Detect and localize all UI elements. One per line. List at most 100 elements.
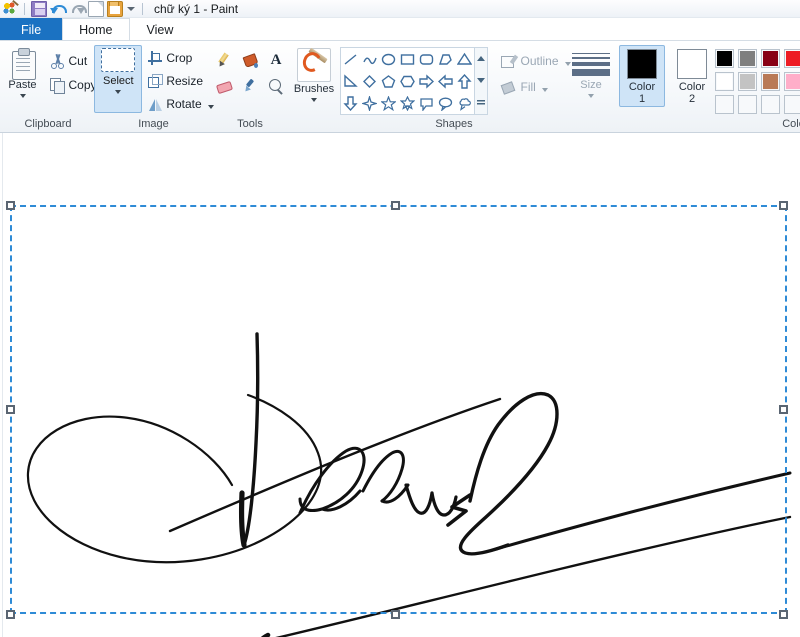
size-button[interactable]: Size xyxy=(569,45,613,98)
brush-icon xyxy=(297,48,331,82)
shape-curve[interactable] xyxy=(360,48,379,70)
ribbon-group-colors: Color 1 Color 2 Col xyxy=(613,41,800,134)
shape-four-point-star[interactable] xyxy=(360,92,379,114)
outline-button[interactable]: Outline xyxy=(498,51,573,71)
shapes-scroll-down-icon[interactable] xyxy=(477,77,486,83)
shape-pentagon[interactable] xyxy=(379,70,398,92)
shape-right-arrow[interactable] xyxy=(417,70,436,92)
shape-left-arrow[interactable] xyxy=(436,70,455,92)
brushes-button[interactable]: Brushes xyxy=(289,45,339,102)
selection-handle-bottom-left[interactable] xyxy=(6,610,15,619)
palette-swatch[interactable] xyxy=(761,49,780,68)
rotate-button[interactable]: Rotate xyxy=(145,94,216,114)
ribbon-group-shapes: Outline Fill Shapes xyxy=(339,41,571,134)
ribbon-group-brushes: Brushes xyxy=(289,41,339,134)
shape-oval-callout[interactable] xyxy=(436,92,455,114)
resize-icon xyxy=(148,74,164,88)
shape-rounded-rectangle[interactable] xyxy=(417,48,436,70)
tab-home[interactable]: Home xyxy=(62,18,130,40)
paste-button[interactable]: Paste xyxy=(1,45,45,98)
undo-icon[interactable] xyxy=(50,1,67,17)
palette-swatch[interactable] xyxy=(738,72,757,91)
open-folder-icon[interactable] xyxy=(107,0,123,17)
fill-with-color-icon[interactable] xyxy=(242,52,258,68)
shape-down-arrow[interactable] xyxy=(341,92,360,114)
shapes-scroll-up-icon[interactable] xyxy=(477,56,486,62)
cut-label: Cut xyxy=(68,54,88,68)
shape-five-point-star[interactable] xyxy=(379,92,398,114)
shape-line[interactable] xyxy=(341,48,360,70)
clipboard-icon xyxy=(10,48,36,80)
fill-dropdown-icon[interactable] xyxy=(541,88,548,92)
magnifier-icon[interactable] xyxy=(268,78,284,94)
selection-handle-top-center[interactable] xyxy=(391,201,400,210)
color1-button[interactable]: Color 1 xyxy=(619,45,665,107)
color-palette[interactable] xyxy=(715,49,800,116)
group-label-shapes: Shapes xyxy=(435,118,473,130)
canvas-area[interactable] xyxy=(0,133,800,637)
palette-swatch-empty[interactable] xyxy=(784,95,800,114)
select-button[interactable]: Select xyxy=(94,45,143,113)
scissors-icon xyxy=(50,54,65,69)
eraser-icon[interactable] xyxy=(216,78,232,94)
shapes-scrollbar[interactable] xyxy=(475,47,489,115)
new-file-icon[interactable] xyxy=(88,0,104,17)
color2-button[interactable]: Color 2 xyxy=(669,45,715,105)
customize-caret-icon[interactable] xyxy=(126,1,136,17)
tab-view[interactable]: View xyxy=(129,18,191,40)
group-label-image: Image xyxy=(138,118,169,130)
selection-handle-bottom-right[interactable] xyxy=(779,610,788,619)
shape-rectangle[interactable] xyxy=(398,48,417,70)
palette-swatch[interactable] xyxy=(715,72,734,91)
palette-swatch[interactable] xyxy=(738,49,757,68)
palette-swatch[interactable] xyxy=(784,49,800,68)
palette-swatch[interactable] xyxy=(715,49,734,68)
resize-label: Resize xyxy=(166,74,204,88)
selection-handle-middle-right[interactable] xyxy=(779,405,788,414)
shape-right-triangle[interactable] xyxy=(341,70,360,92)
redo-icon[interactable] xyxy=(69,1,87,17)
color2-label-line1: Color xyxy=(678,81,706,93)
save-icon[interactable] xyxy=(31,0,47,17)
palette-swatch-empty[interactable] xyxy=(715,95,734,114)
rotate-icon xyxy=(148,97,163,111)
color-picker-icon[interactable] xyxy=(242,78,258,94)
brushes-dropdown-icon[interactable] xyxy=(311,98,317,102)
shape-rounded-callout[interactable] xyxy=(417,92,436,114)
group-label-tools: Tools xyxy=(237,118,263,130)
shape-polygon[interactable] xyxy=(436,48,455,70)
fill-button[interactable]: Fill xyxy=(498,77,573,97)
crop-button[interactable]: Crop xyxy=(145,48,216,68)
paste-dropdown-icon[interactable] xyxy=(19,94,26,98)
selection-rectangle[interactable] xyxy=(10,205,787,614)
shape-oval[interactable] xyxy=(379,48,398,70)
shapes-expand-icon[interactable] xyxy=(477,99,486,106)
selection-handle-middle-left[interactable] xyxy=(6,405,15,414)
palette-swatch[interactable] xyxy=(761,72,780,91)
select-dropdown-icon[interactable] xyxy=(115,90,122,94)
selection-handle-top-left[interactable] xyxy=(6,201,15,210)
resize-button[interactable]: Resize xyxy=(145,71,216,91)
palette-swatch-empty[interactable] xyxy=(761,95,780,114)
group-label-colors: Colors xyxy=(782,118,800,130)
toolbar-separator xyxy=(24,2,25,15)
shape-six-point-star[interactable] xyxy=(398,92,417,114)
group-label-brushes xyxy=(289,117,339,134)
palette-swatch-empty[interactable] xyxy=(738,95,757,114)
shape-triangle[interactable] xyxy=(455,48,474,70)
rotate-label: Rotate xyxy=(166,97,202,111)
pencil-icon[interactable] xyxy=(216,52,232,68)
shapes-gallery[interactable] xyxy=(340,47,476,115)
size-dropdown-icon[interactable] xyxy=(588,94,594,98)
paint-logo-icon[interactable] xyxy=(2,0,18,17)
quick-access-toolbar[interactable] xyxy=(2,0,146,17)
shape-cloud-callout[interactable] xyxy=(455,92,474,114)
shape-diamond[interactable] xyxy=(360,70,379,92)
palette-swatch[interactable] xyxy=(784,72,800,91)
tab-file[interactable]: File xyxy=(0,18,63,40)
selection-handle-top-right[interactable] xyxy=(779,201,788,210)
shape-hexagon[interactable] xyxy=(398,70,417,92)
shape-up-arrow[interactable] xyxy=(455,70,474,92)
text-icon[interactable]: A xyxy=(271,52,282,68)
selection-handle-bottom-center[interactable] xyxy=(391,610,400,619)
